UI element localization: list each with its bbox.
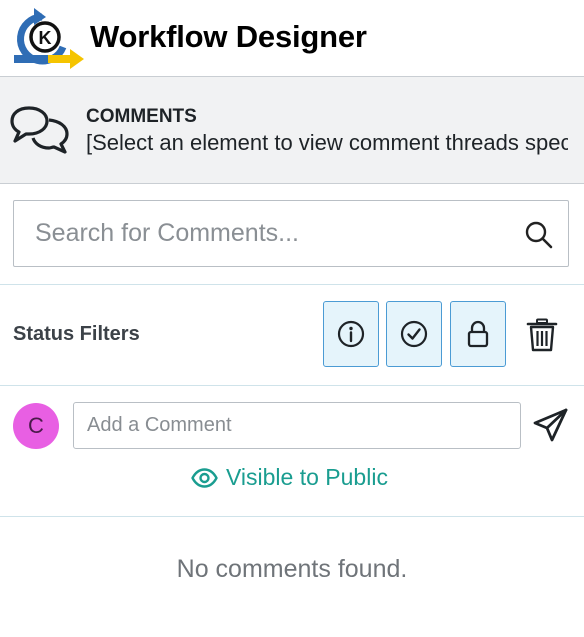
trash-icon[interactable]	[526, 318, 558, 352]
app-title: Workflow Designer	[90, 19, 367, 54]
status-filters-label: Status Filters	[13, 323, 140, 345]
comment-box	[73, 402, 521, 449]
filter-resolved-button[interactable]	[386, 301, 442, 367]
filter-info-button[interactable]	[323, 301, 379, 367]
speech-bubbles-icon	[10, 106, 69, 154]
visibility-label: Visible to Public	[226, 464, 388, 490]
divider	[0, 284, 584, 285]
app-header: K Workflow Designer	[0, 0, 584, 77]
search-box	[13, 200, 569, 267]
send-icon[interactable]	[532, 406, 570, 444]
comments-heading: COMMENTS	[86, 106, 197, 127]
search-icon[interactable]	[524, 220, 554, 250]
eye-icon	[191, 467, 218, 488]
app-logo: K	[14, 8, 84, 69]
visibility-toggle[interactable]: Visible to Public	[191, 464, 388, 491]
filter-private-button[interactable]	[450, 301, 506, 367]
comment-input[interactable]	[74, 403, 520, 448]
avatar: C	[13, 403, 59, 449]
comments-description: [Select an element to view comment threa…	[86, 130, 568, 155]
divider	[0, 385, 584, 386]
info-icon	[337, 320, 365, 348]
search-input[interactable]	[15, 202, 515, 265]
empty-state-message: No comments found.	[176, 555, 408, 583]
check-circle-icon	[400, 320, 428, 348]
divider	[0, 516, 584, 517]
comments-banner: COMMENTS [Select an element to view comm…	[0, 77, 584, 184]
lock-icon	[467, 320, 489, 348]
svg-text:K: K	[39, 28, 52, 48]
